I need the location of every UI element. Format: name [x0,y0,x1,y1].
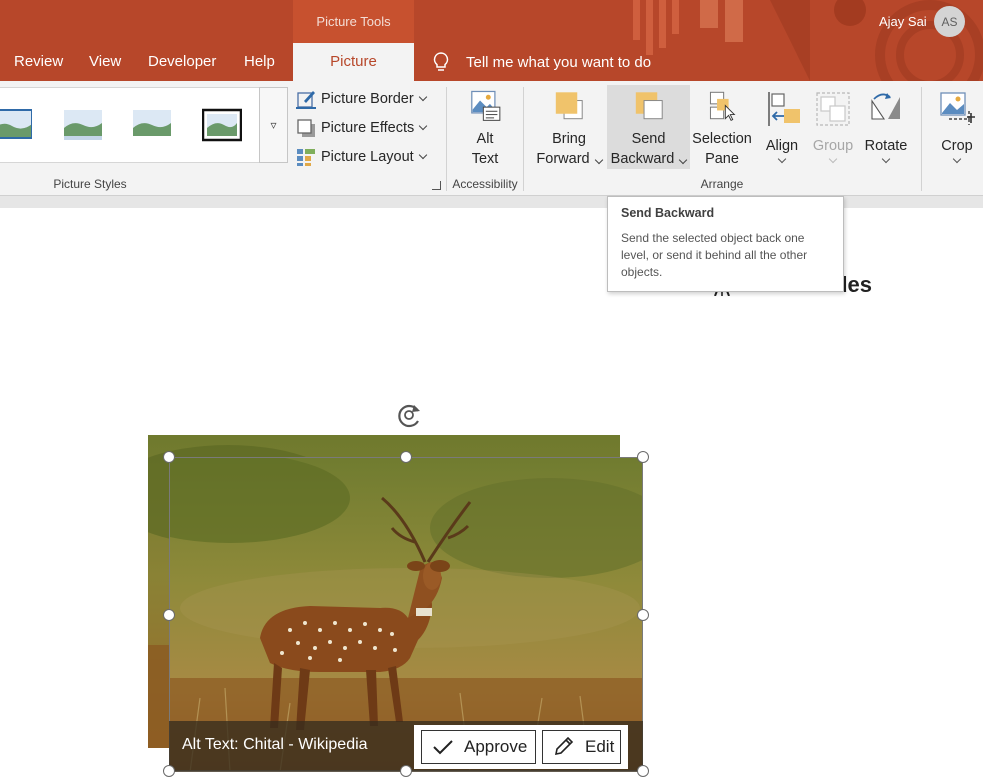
picture-styles-dialog-launcher[interactable] [432,181,441,190]
picture-layout-button[interactable]: Picture Layout [296,144,427,170]
selection-pane-icon [709,91,736,121]
resize-handle-left[interactable] [163,609,175,621]
avatar[interactable]: AS [934,6,965,37]
tab-review[interactable]: Review [2,43,75,81]
send-backward-button[interactable]: Send Backward [607,85,690,169]
checkmark-icon [433,740,453,755]
title-and-tab-bar: Picture Tools Ajay Sai AS Review View De… [0,0,983,81]
group-label-arrange: Arrange [700,177,744,191]
picture-tools-header: Picture Tools [293,0,414,43]
crop-icon [940,92,975,125]
chevron-down-icon [952,154,962,164]
alt-text-caption: Alt Text: Chital - Wikipedia [182,736,368,753]
edit-button[interactable]: Edit [542,730,621,764]
chevron-down-icon [418,92,427,102]
bring-forward-button[interactable]: Bring Forward [533,85,605,169]
gallery-more-button[interactable]: ▿ [259,87,288,163]
send-backward-tooltip: Send Backward Send the selected object b… [607,196,844,292]
alt-text-actions: Approve Edit [414,725,628,769]
selection-pane-line2: Pane [705,151,739,167]
approve-label: Approve [464,737,528,756]
bring-forward-icon [555,92,583,120]
tooltip-body: Send the selected object back one level,… [621,231,808,279]
group-label-accessibility: Accessibility [452,177,518,191]
pencil-icon [554,737,574,756]
picture-border-label: Picture Border [321,91,414,107]
bring-forward-line2: Forward [536,149,603,169]
picture-border-icon [296,91,316,109]
resize-handle-top[interactable] [400,451,412,463]
tab-view[interactable]: View [77,43,133,81]
tab-developer[interactable]: Developer [136,43,228,81]
tab-help[interactable]: Help [232,43,287,81]
selection-pane-button[interactable]: Selection Pane [690,85,754,169]
rotate-button[interactable]: Rotate [860,85,912,169]
style-thumbnail-3[interactable] [132,108,172,142]
ribbon-separator [921,87,922,191]
resize-handle-bottom-right[interactable] [637,765,649,777]
approve-button[interactable]: Approve [421,730,536,764]
chevron-down-icon [679,155,688,165]
selection-pane-line1: Selection [692,131,752,147]
resize-handle-right[interactable] [637,609,649,621]
picture-effects-label: Picture Effects [321,120,415,136]
group-label: Group [812,138,854,154]
alt-text-line2: Text [471,151,499,167]
group-button[interactable]: Group [809,85,857,169]
picture-styles-gallery [0,87,288,163]
resize-handle-bottom[interactable] [400,765,412,777]
user-name[interactable]: Ajay Sai [879,12,927,32]
send-backward-line1: Send [631,131,666,147]
ribbon-separator [523,87,524,191]
picture-layout-label: Picture Layout [321,149,414,165]
tooltip-title: Send Backward [621,206,715,220]
crop-button[interactable]: Crop [934,85,980,169]
rotate-label: Rotate [864,138,908,154]
ribbon-separator [446,87,447,191]
style-thumbnail-1[interactable] [0,108,32,142]
alt-text-line1: Alt [476,131,494,147]
rotate-icon [871,93,900,120]
send-backward-line2: Backward [611,149,688,169]
alt-text-button[interactable]: Alt Text [461,85,509,169]
chevron-down-icon [418,121,428,131]
send-backward-icon [635,92,663,120]
picture-layout-icon [297,149,315,166]
tell-me-text: Tell me what you want to do [466,53,652,71]
chevron-down-icon [881,154,891,164]
chevron-down-icon [418,150,427,160]
alt-text-icon [471,90,501,121]
align-button[interactable]: Align [757,85,807,169]
chevron-down-icon [777,154,787,164]
resize-handle-top-right[interactable] [637,451,649,463]
ribbon: ▿ Picture Border Picture Effects Picture… [0,81,983,195]
powerpoint-window: Picture Tools Ajay Sai AS Review View De… [0,0,983,780]
picture-border-button[interactable]: Picture Border [296,86,427,112]
style-thumbnail-4[interactable] [202,108,242,142]
rotate-handle-icon[interactable] [392,399,426,431]
align-label: Align [765,138,799,154]
align-icon [768,92,800,126]
edit-label: Edit [585,737,615,756]
resize-handle-top-left[interactable] [163,451,175,463]
chevron-down-icon [828,154,838,164]
style-thumbnail-2[interactable] [63,108,103,142]
picture-effects-icon [297,119,315,137]
bring-forward-line1: Bring [552,131,586,147]
crop-label: Crop [941,138,973,154]
group-icon [816,92,850,126]
tell-me-search[interactable]: Tell me what you want to do [430,43,651,81]
group-label-picture-styles: Picture Styles [53,177,127,191]
tab-picture-format[interactable]: Picture Format [293,43,414,81]
lightbulb-icon [433,52,449,71]
resize-handle-bottom-left[interactable] [163,765,175,777]
chevron-down-icon [594,155,603,165]
picture-effects-button[interactable]: Picture Effects [296,115,428,141]
